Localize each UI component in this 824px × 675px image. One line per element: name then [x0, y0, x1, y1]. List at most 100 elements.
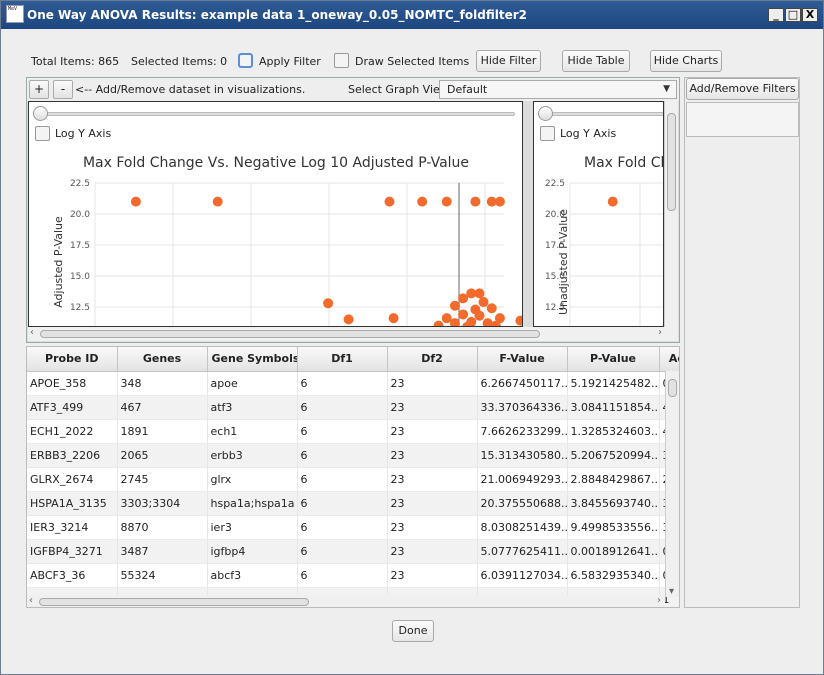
- results-table: Probe ID Genes Gene Symbols Df1 Df2 F-Value P-…: [27, 347, 679, 607]
- chart-title: Max Fold Change Vs. Negative Log 10 Adju…: [83, 155, 469, 171]
- table-cell: 23: [387, 467, 478, 492]
- apply-filter-label[interactable]: Apply Filter: [259, 55, 321, 68]
- column-header[interactable]: Probe ID: [27, 347, 118, 372]
- table-cell: 3.0841151854...: [567, 395, 660, 420]
- table-cell: 23: [387, 515, 478, 540]
- y-axis-label: Unadjusted P-Value: [557, 209, 570, 315]
- data-point: [212, 196, 223, 207]
- table-cell: 6: [297, 563, 388, 588]
- done-button[interactable]: Done: [392, 620, 434, 642]
- scroll-thumb[interactable]: [39, 598, 309, 606]
- table-cell: 6: [297, 491, 388, 516]
- y-tick-label: 17.5: [70, 241, 90, 251]
- table-row[interactable]: HSPA1A_3135 3303;3304 hspa1a;hspa1a 6 23 20.3…: [27, 491, 679, 516]
- scroll-left-icon[interactable]: ‹: [29, 595, 33, 606]
- table-cell: 2065: [117, 443, 208, 468]
- table-cell: 33.370364336...: [477, 395, 568, 420]
- table-vertical-scrollbar[interactable]: ▾: [665, 371, 679, 597]
- column-header[interactable]: Df1: [297, 347, 388, 372]
- scroll-right-icon[interactable]: ›: [658, 327, 662, 338]
- scroll-thumb[interactable]: [667, 113, 676, 211]
- chart-panel-1: Log Y Axis Max Fold Change Vs. Negative …: [28, 101, 523, 327]
- table-cell: ABCF3_36: [27, 563, 118, 588]
- hide-filter-button[interactable]: Hide Filter: [476, 50, 541, 72]
- data-point: [417, 196, 428, 207]
- add-remove-filters-button[interactable]: Add/Remove Filters: [686, 78, 799, 100]
- data-point: [441, 196, 452, 207]
- scroll-right-icon[interactable]: ›: [657, 595, 661, 606]
- graph-view-select[interactable]: Default ▼: [439, 80, 677, 99]
- scatter-chart: Max Fold Change Vs. Negative Log 10 Adju…: [52, 155, 522, 326]
- apply-filter-checkbox[interactable]: [238, 53, 253, 68]
- table-cell: igfbp4: [207, 539, 298, 564]
- data-point: [515, 315, 522, 326]
- data-point: [474, 288, 485, 299]
- draw-selected-checkbox[interactable]: [334, 53, 349, 68]
- scroll-down-icon[interactable]: ▾: [669, 586, 674, 597]
- table-cell: ATF3_499: [27, 395, 118, 420]
- table-cell: hspa1a;hspa1a: [207, 491, 298, 516]
- table-cell: 55324: [117, 563, 208, 588]
- table-cell: 2745: [117, 467, 208, 492]
- column-header[interactable]: F-Value: [477, 347, 568, 372]
- table-cell: 6: [297, 443, 388, 468]
- table-cell: 0.0018912641...: [567, 539, 660, 564]
- table-row[interactable]: IGFBP4_3271 3487 igfbp4 6 23 5.0777625411... 0…: [27, 539, 679, 564]
- table-cell: 6: [297, 539, 388, 564]
- y-tick-label: 12.5: [70, 303, 90, 313]
- scroll-thumb[interactable]: [668, 379, 677, 397]
- table-row[interactable]: ABCF3_36 55324 abcf3 6 23 6.0391127034... 6.58…: [27, 563, 679, 588]
- table-cell: 5.1921425482...: [567, 371, 660, 396]
- charts-vertical-scrollbar[interactable]: [664, 101, 678, 327]
- maximize-button[interactable]: □: [785, 8, 801, 22]
- table-horizontal-scrollbar[interactable]: ‹ ›: [27, 595, 665, 607]
- table-cell: 5.0777625411...: [477, 539, 568, 564]
- table-cell: 3303;3304: [117, 491, 208, 516]
- table-row[interactable]: ERBB3_2206 2065 erbb3 6 23 15.313430580... 5.2…: [27, 443, 679, 468]
- table-row[interactable]: APOE_358 348 apoe 6 23 6.2667450117... 5.19214…: [27, 371, 679, 396]
- data-point: [486, 303, 497, 314]
- hide-table-button[interactable]: Hide Table: [562, 50, 630, 72]
- column-header[interactable]: Gene Symbols: [207, 347, 298, 372]
- data-point: [478, 297, 489, 308]
- title-bar[interactable]: MeV One Way ANOVA Results: example data …: [1, 1, 823, 29]
- y-tick-label: 17.5: [545, 241, 565, 251]
- table-cell: ECH1_2022: [27, 419, 118, 444]
- table-cell: 3.8455693740...: [567, 491, 660, 516]
- anova-results-window: MeV One Way ANOVA Results: example data …: [0, 0, 824, 675]
- graph-view-value: Default: [447, 83, 488, 96]
- column-header[interactable]: P-Value: [567, 347, 660, 372]
- data-point: [343, 314, 354, 325]
- table-cell: 7.6626233299...: [477, 419, 568, 444]
- selected-items-label: Selected Items: 0: [131, 55, 228, 68]
- draw-selected-label[interactable]: Draw Selected Items: [355, 55, 469, 68]
- filters-panel: Add/Remove Filters: [684, 77, 800, 608]
- table-row[interactable]: ATF3_499 467 atf3 6 23 33.370364336... 3.08411…: [27, 395, 679, 420]
- scroll-left-icon[interactable]: ‹: [30, 327, 34, 338]
- table-cell: 6.2667450117...: [477, 371, 568, 396]
- column-header[interactable]: Genes: [117, 347, 208, 372]
- table-cell: atf3: [207, 395, 298, 420]
- y-axis-label: Adjusted P-Value: [52, 216, 65, 308]
- remove-dataset-button[interactable]: -: [53, 80, 73, 99]
- data-point: [130, 196, 141, 207]
- table-row[interactable]: GLRX_2674 2745 glrx 6 23 21.006949293... 2.884…: [27, 467, 679, 492]
- table-row[interactable]: ECH1_2022 1891 ech1 6 23 7.6626233299... 1.328…: [27, 419, 679, 444]
- add-dataset-button[interactable]: +: [29, 80, 49, 99]
- table-cell: 8870: [117, 515, 208, 540]
- table-cell: 8.0308251439...: [477, 515, 568, 540]
- y-tick-label: 12.5: [545, 303, 565, 313]
- hide-charts-button[interactable]: Hide Charts: [650, 50, 722, 72]
- y-tick-label: 20.0: [545, 210, 565, 220]
- charts-horizontal-scrollbar[interactable]: ‹ ›: [28, 327, 678, 341]
- close-button[interactable]: X: [802, 8, 818, 22]
- table-cell: APOE_358: [27, 371, 118, 396]
- scroll-thumb[interactable]: [40, 330, 540, 338]
- table-cell: 6: [297, 515, 388, 540]
- minimize-button[interactable]: _: [768, 8, 784, 22]
- table-row[interactable]: IER3_3214 8870 ier3 6 23 8.0308251439... 9.499…: [27, 515, 679, 540]
- column-header[interactable]: Adj: [659, 347, 679, 372]
- column-header[interactable]: Df2: [387, 347, 478, 372]
- data-point: [607, 196, 618, 207]
- table-cell: 6.0391127034...: [477, 563, 568, 588]
